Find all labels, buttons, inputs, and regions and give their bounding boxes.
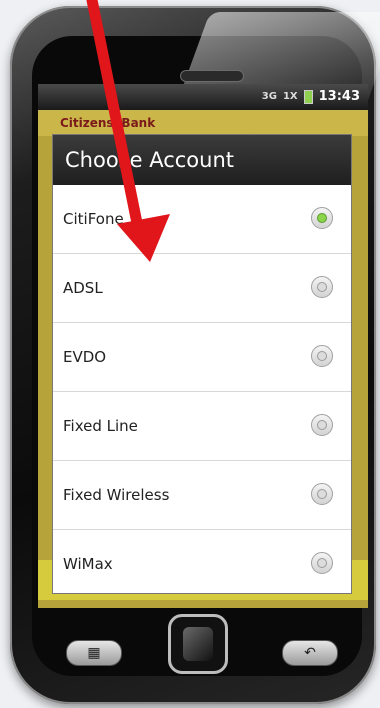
account-item-citifone[interactable]: CitiFone (53, 185, 351, 254)
radio-icon[interactable] (311, 345, 333, 367)
menu-icon: ▦ (87, 645, 101, 661)
radio-icon[interactable] (311, 276, 333, 298)
radio-selected-icon[interactable] (311, 207, 333, 229)
account-label: Fixed Wireless (63, 486, 170, 504)
back-icon: ↶ (304, 645, 316, 661)
account-item-adsl[interactable]: ADSL (53, 254, 351, 323)
home-button[interactable] (168, 614, 228, 674)
account-item-evdo[interactable]: EVDO (53, 323, 351, 392)
account-label: ADSL (63, 279, 103, 297)
network-label: 3G (261, 91, 277, 102)
app-header: Citizens' Bank (38, 110, 368, 136)
account-label: CitiFone (63, 210, 124, 228)
account-item-wimax[interactable]: WiMax (53, 530, 351, 593)
back-button[interactable]: ↶ (282, 640, 338, 666)
choose-account-dialog: Choose Account CitiFone ADSL EVDO Fixed … (52, 134, 352, 594)
screen: 3G 1X 13:43 Citizens' Bank www.citifone.… (38, 84, 368, 608)
account-list: CitiFone ADSL EVDO Fixed Line Fixed Wire… (53, 185, 351, 593)
radio-icon[interactable] (311, 483, 333, 505)
radio-icon[interactable] (311, 414, 333, 436)
status-bar: 3G 1X 13:43 (38, 84, 368, 110)
account-label: WiMax (63, 555, 113, 573)
account-label: EVDO (63, 348, 107, 366)
network-label-2: 1X (282, 91, 298, 102)
hardware-buttons: ▦ ↶ (0, 610, 380, 690)
account-label: Fixed Line (63, 417, 138, 435)
account-item-fixed-wireless[interactable]: Fixed Wireless (53, 461, 351, 530)
menu-button[interactable]: ▦ (66, 640, 122, 666)
earpiece-speaker (180, 70, 244, 82)
radio-icon[interactable] (311, 552, 333, 574)
dialog-title: Choose Account (53, 135, 351, 185)
battery-icon (303, 89, 313, 104)
account-item-fixed-line[interactable]: Fixed Line (53, 392, 351, 461)
clock: 13:43 (318, 89, 360, 104)
